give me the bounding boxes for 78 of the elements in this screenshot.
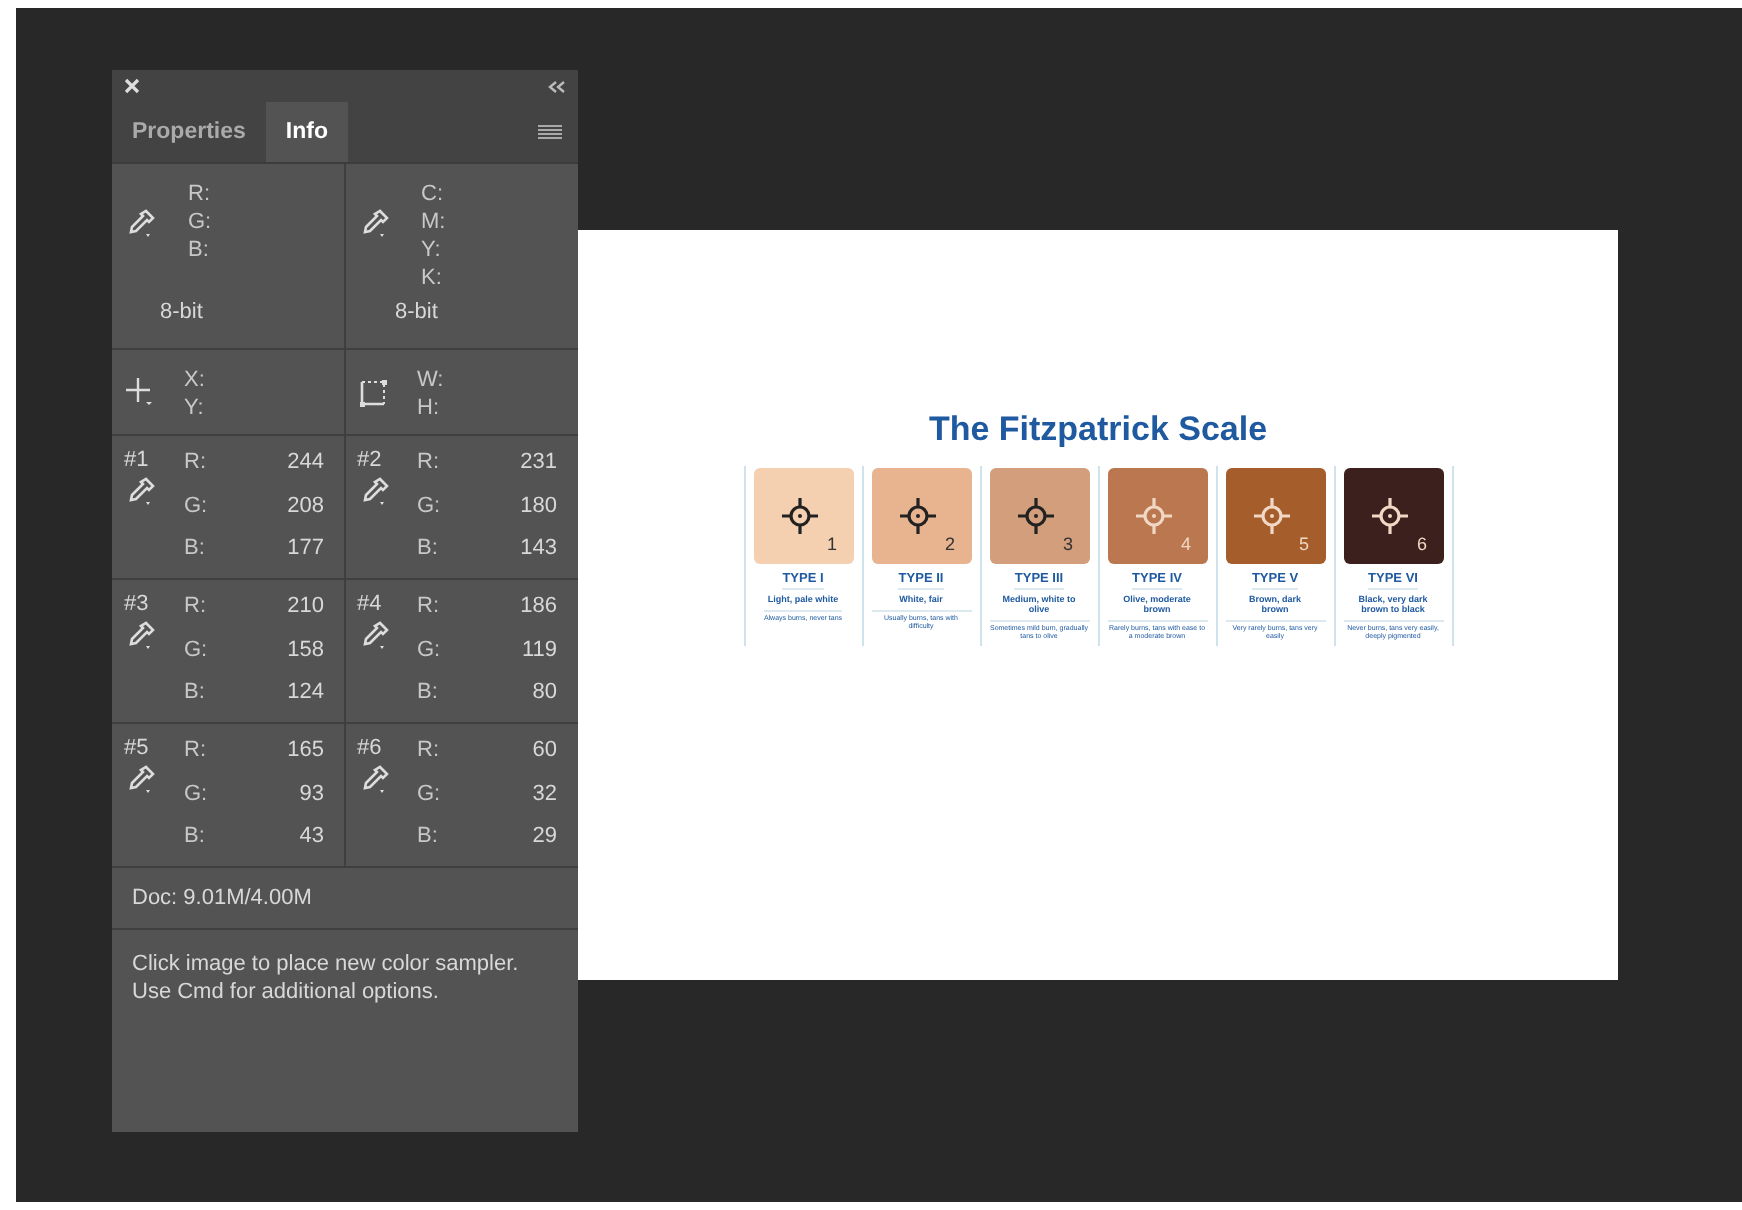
channel-label: R:	[184, 448, 208, 478]
sampler-number: 5	[1298, 534, 1309, 554]
selection-size-icon[interactable]	[357, 376, 389, 408]
channel-label: G:	[188, 208, 212, 236]
sampler-number: #5	[124, 736, 151, 760]
sampler-number: #1	[124, 448, 151, 472]
channel-label: R:	[188, 180, 212, 208]
channel-label: G:	[417, 491, 443, 522]
channel-value: 143	[518, 534, 557, 565]
bit-depth-label: 8-bit	[395, 300, 438, 324]
channel-label: B:	[417, 678, 440, 709]
channel-label: B:	[417, 822, 440, 853]
channel-label: G:	[184, 491, 210, 522]
panel-tab[interactable]: Info	[265, 102, 348, 162]
channel-value: 43	[297, 822, 324, 853]
channel-label: R:	[184, 592, 208, 622]
channel-label: B:	[188, 236, 211, 264]
channel-value: 231	[518, 448, 557, 478]
sampler-number: #3	[124, 592, 151, 616]
channel-label: Y:	[421, 236, 443, 264]
collapse-icon[interactable]	[548, 79, 566, 93]
channel-label: B:	[184, 822, 207, 853]
channel-label: R:	[417, 592, 441, 622]
sampler-number: #4	[357, 592, 384, 616]
channel-value: 244	[285, 448, 324, 478]
coordinate-label: W:	[417, 366, 444, 394]
channel-label: K:	[421, 264, 444, 292]
channel-label: G:	[184, 779, 210, 810]
crosshair-icon[interactable]	[124, 376, 156, 408]
sampler-number: 6	[1416, 534, 1427, 554]
channel-label: G:	[417, 635, 443, 666]
channel-value: 186	[518, 592, 557, 622]
sampler-number: 1	[826, 534, 837, 554]
channel-value: 124	[285, 678, 324, 709]
eyedropper-icon[interactable]	[124, 208, 156, 240]
bit-depth-label: 8-bit	[160, 300, 203, 324]
sampler-number: 4	[1180, 534, 1191, 554]
channel-value: 158	[285, 635, 324, 666]
channel-label: R:	[417, 448, 441, 478]
channel-value: 60	[530, 736, 557, 766]
channel-value: 80	[530, 678, 557, 709]
channel-label: B:	[417, 534, 440, 565]
channel-label: B:	[184, 678, 207, 709]
chart-title: The Fitzpatrick Scale	[928, 410, 1268, 450]
channel-value: 177	[285, 534, 324, 565]
coordinate-label: H:	[417, 394, 441, 422]
channel-label: C:	[421, 180, 445, 208]
channel-label: M:	[421, 208, 446, 236]
channel-value: 119	[519, 635, 557, 666]
eyedropper-icon[interactable]	[357, 764, 389, 796]
eyedropper-icon[interactable]	[357, 476, 389, 508]
panel-tab[interactable]: Properties	[112, 102, 266, 162]
channel-value: 93	[297, 779, 324, 810]
sampler-number: #6	[357, 736, 384, 760]
channel-value: 208	[285, 491, 324, 522]
channel-label: R:	[184, 736, 208, 766]
coordinate-label: X:	[184, 366, 205, 394]
channel-label: B:	[184, 534, 207, 565]
channel-value: 165	[285, 736, 324, 766]
eyedropper-icon[interactable]	[357, 620, 389, 652]
hint-text: Click image to place new color sampler. Use Cmd for additional options.	[132, 952, 519, 1004]
channel-label: G:	[184, 635, 210, 666]
channel-value: 32	[530, 779, 557, 810]
coordinate-label: Y:	[184, 394, 205, 422]
sampler-number: #2	[357, 448, 384, 472]
eyedropper-icon[interactable]	[124, 620, 156, 652]
close-icon[interactable]	[124, 78, 140, 94]
channel-value: 29	[530, 822, 557, 853]
eyedropper-icon[interactable]	[124, 764, 156, 796]
eyedropper-icon[interactable]	[357, 208, 389, 240]
eyedropper-icon[interactable]	[124, 476, 156, 508]
sampler-number: 2	[944, 534, 955, 554]
channel-label: R:	[417, 736, 441, 766]
sampler-number: 3	[1062, 534, 1073, 554]
document-size: Doc: 9.01M/4.00M	[132, 886, 312, 910]
channel-value: 210	[285, 592, 324, 622]
channel-value: 180	[518, 491, 557, 522]
channel-label: G:	[417, 779, 443, 810]
